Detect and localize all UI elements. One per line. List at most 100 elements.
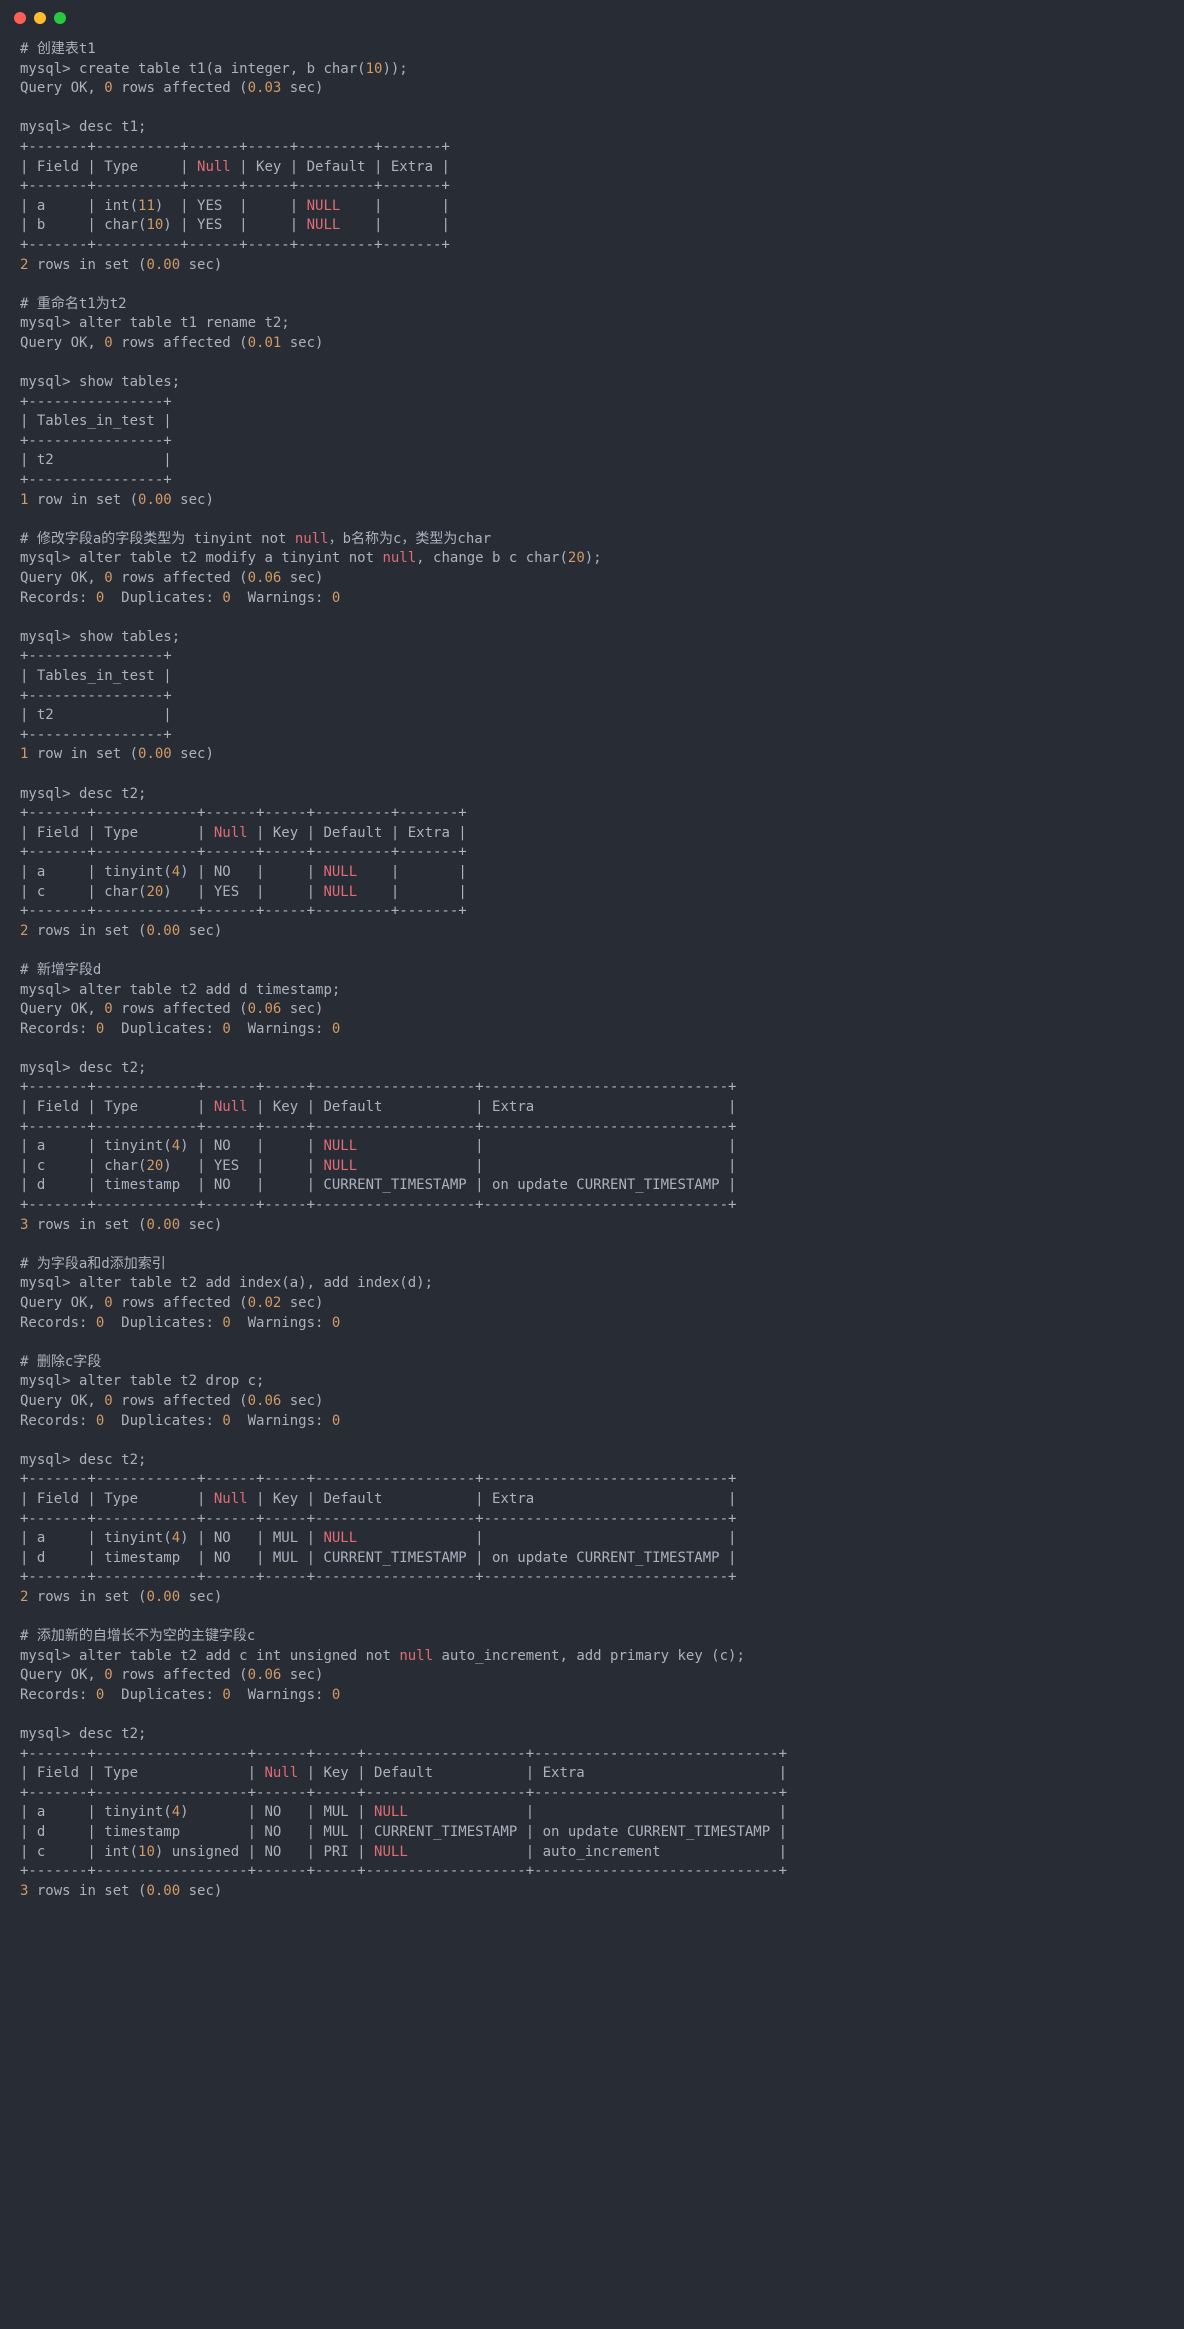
- table-row: | a | tinyint(: [20, 1530, 172, 1546]
- mysql-prompt: mysql>: [20, 1060, 79, 1076]
- terminal-text: Duplicates:: [104, 1315, 222, 1331]
- terminal-line: | d | timestamp | NO | MUL | CURRENT_TIM…: [20, 1549, 1164, 1569]
- terminal-text: Query OK,: [20, 1667, 104, 1683]
- terminal-line: 3 rows in set (0.00 sec): [20, 1882, 1164, 1902]
- terminal-text: ) | YES | |: [163, 217, 306, 233]
- terminal-line: [20, 1333, 1164, 1353]
- terminal-text: desc t2;: [79, 786, 146, 802]
- terminal-text: 11: [138, 198, 155, 214]
- terminal-text: | Key | Default | Extra |: [231, 159, 450, 175]
- terminal-line: mysql> desc t2;: [20, 1451, 1164, 1471]
- terminal-line: 2 rows in set (0.00 sec): [20, 256, 1164, 276]
- terminal-text: 0: [222, 590, 230, 606]
- table-border: +-------+----------+------+-----+-------…: [20, 237, 450, 253]
- terminal-line: +-------+------------+------+-----+-----…: [20, 902, 1164, 922]
- terminal-text: Records:: [20, 1413, 96, 1429]
- terminal-line: Query OK, 0 rows affected (0.06 sec): [20, 1000, 1164, 1020]
- terminal-line: | Field | Type | Null | Key | Default | …: [20, 1098, 1164, 1118]
- terminal-text: Warnings:: [231, 1021, 332, 1037]
- terminal-line: mysql> alter table t2 add d timestamp;: [20, 981, 1164, 1001]
- mysql-prompt: mysql>: [20, 1648, 79, 1664]
- terminal-text: NULL: [323, 884, 357, 900]
- terminal-text: rows affected (: [113, 1393, 248, 1409]
- table-header: | Field | Type |: [20, 1491, 214, 1507]
- terminal-text: sec): [180, 923, 222, 939]
- table-border: +----------------+: [20, 727, 172, 743]
- terminal-text: Warnings:: [231, 1315, 332, 1331]
- terminal-text: sec): [180, 1217, 222, 1233]
- terminal-text: 0: [222, 1315, 230, 1331]
- table-border: +----------------+: [20, 433, 172, 449]
- terminal-text: 0.02: [248, 1295, 282, 1311]
- mysql-prompt: mysql>: [20, 629, 79, 645]
- terminal-line: [20, 941, 1164, 961]
- terminal-output[interactable]: # 创建表t1mysql> create table t1(a integer,…: [0, 30, 1184, 1921]
- terminal-line: mysql> show tables;: [20, 373, 1164, 393]
- terminal-text: 0: [104, 80, 112, 96]
- table-row: | c | char(: [20, 884, 146, 900]
- terminal-text: 10: [138, 1844, 155, 1860]
- terminal-line: +----------------+: [20, 471, 1164, 491]
- terminal-text: ，b名称为c，类型为char: [329, 531, 492, 547]
- terminal-text: ) | NO | MUL |: [180, 1530, 323, 1546]
- terminal-text: Query OK,: [20, 1393, 104, 1409]
- table-border: +----------------+: [20, 688, 172, 704]
- terminal-text: Records:: [20, 590, 96, 606]
- terminal-text: | Key | Default | Extra |: [248, 1099, 737, 1115]
- terminal-line: 1 row in set (0.00 sec): [20, 745, 1164, 765]
- table-border: +-------+------------+------+-----+-----…: [20, 1569, 736, 1585]
- terminal-line: | Tables_in_test |: [20, 412, 1164, 432]
- terminal-line: +-------+------------+------+-----+-----…: [20, 843, 1164, 863]
- terminal-line: 2 rows in set (0.00 sec): [20, 1588, 1164, 1608]
- terminal-text: row in set (: [28, 746, 138, 762]
- terminal-text: rows affected (: [113, 570, 248, 586]
- terminal-line: | Field | Type | Null | Key | Default | …: [20, 1764, 1164, 1784]
- terminal-line: [20, 510, 1164, 530]
- terminal-text: 20: [568, 550, 585, 566]
- terminal-line: mysql> desc t2;: [20, 1059, 1164, 1079]
- terminal-text: NULL: [323, 1530, 357, 1546]
- minimize-icon[interactable]: [34, 12, 46, 24]
- table-border: +-------+------------+------+-----+-----…: [20, 1119, 736, 1135]
- table-row: | Tables_in_test |: [20, 668, 172, 684]
- terminal-line: 3 rows in set (0.00 sec): [20, 1216, 1164, 1236]
- terminal-line: [20, 1608, 1164, 1628]
- terminal-line: Records: 0 Duplicates: 0 Warnings: 0: [20, 1020, 1164, 1040]
- terminal-text: ));: [382, 61, 407, 77]
- terminal-text: desc t2;: [79, 1060, 146, 1076]
- terminal-line: # 重命名t1为t2: [20, 295, 1164, 315]
- terminal-text: | |: [408, 1804, 787, 1820]
- mysql-prompt: mysql>: [20, 315, 79, 331]
- terminal-text: Null: [264, 1765, 298, 1781]
- terminal-text: 0: [332, 1687, 340, 1703]
- terminal-text: sec): [281, 1393, 323, 1409]
- table-border: +----------------+: [20, 394, 172, 410]
- maximize-icon[interactable]: [54, 12, 66, 24]
- terminal-text: Duplicates:: [104, 1021, 222, 1037]
- terminal-line: # 修改字段a的字段类型为 tinyint not null，b名称为c，类型为…: [20, 530, 1164, 550]
- terminal-text: 0.06: [248, 1667, 282, 1683]
- terminal-text: NULL: [323, 1138, 357, 1154]
- terminal-text: sec): [281, 335, 323, 351]
- terminal-text: sec): [281, 570, 323, 586]
- terminal-line: Query OK, 0 rows affected (0.03 sec): [20, 79, 1164, 99]
- terminal-text: | |: [340, 198, 450, 214]
- terminal-text: alter table t1 rename t2;: [79, 315, 290, 331]
- terminal-line: +-------+----------+------+-----+-------…: [20, 138, 1164, 158]
- table-row: | c | char(: [20, 1158, 146, 1174]
- terminal-text: sec): [172, 492, 214, 508]
- terminal-text: 0: [332, 1021, 340, 1037]
- terminal-text: 0.00: [138, 492, 172, 508]
- terminal-text: auto_increment, add primary key (c);: [433, 1648, 745, 1664]
- close-icon[interactable]: [14, 12, 26, 24]
- terminal-text: 0.06: [248, 1001, 282, 1017]
- table-row: | a | int(: [20, 198, 138, 214]
- terminal-line: | d | timestamp | NO | MUL | CURRENT_TIM…: [20, 1823, 1164, 1843]
- terminal-line: mysql> alter table t2 modify a tinyint n…: [20, 549, 1164, 569]
- terminal-text: 0: [332, 1413, 340, 1429]
- terminal-line: +----------------+: [20, 393, 1164, 413]
- terminal-text: Null: [214, 1099, 248, 1115]
- terminal-text: null: [295, 531, 329, 547]
- terminal-text: Records:: [20, 1315, 96, 1331]
- terminal-text: # 修改字段a的字段类型为 tinyint not: [20, 531, 295, 547]
